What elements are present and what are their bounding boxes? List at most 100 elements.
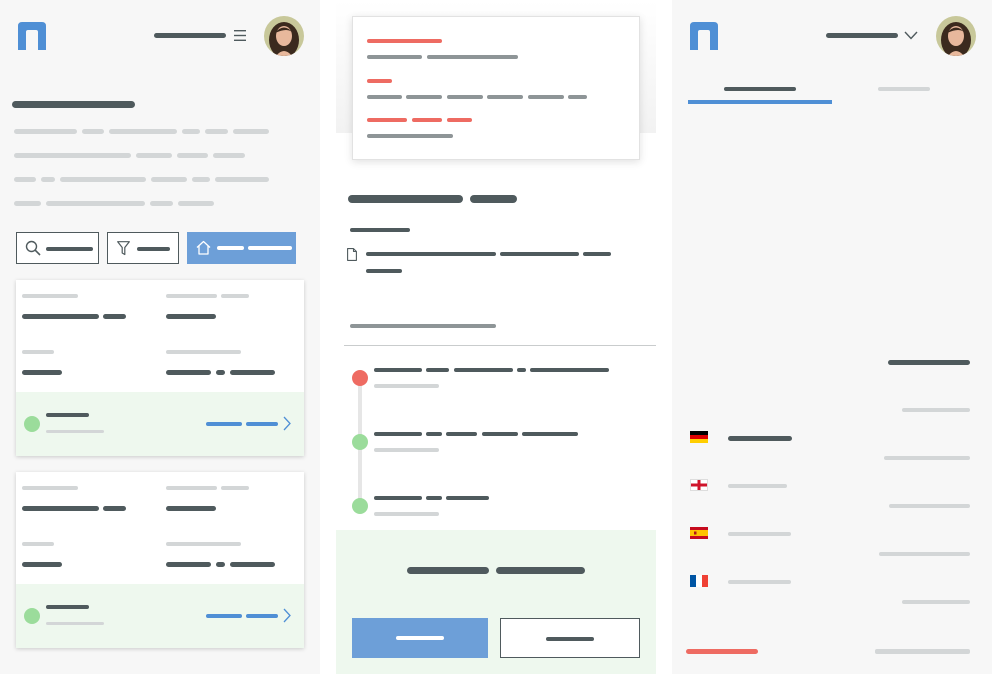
status-indicator: [24, 608, 40, 624]
details-link[interactable]: [246, 422, 278, 426]
search-button[interactable]: [16, 232, 99, 264]
timeline-dot-green: [352, 498, 368, 514]
card-footer[interactable]: [16, 584, 304, 648]
section-title: [348, 195, 463, 203]
left-panel: [0, 0, 320, 674]
field-label: [22, 486, 78, 490]
field-value: [166, 506, 216, 511]
filter-button-label: [137, 247, 170, 251]
avatar[interactable]: [264, 16, 304, 56]
cancel-button[interactable]: [500, 618, 640, 658]
timeline-entry-date: [374, 512, 439, 516]
cancel-button-label: [546, 637, 594, 641]
document-name: [583, 252, 611, 256]
chevron-right-icon[interactable]: [283, 608, 291, 623]
field-label: [221, 486, 249, 490]
timeline-entry-text: [374, 496, 422, 500]
logo-arch-icon[interactable]: [18, 22, 46, 50]
filter-button[interactable]: [107, 232, 179, 264]
language-item[interactable]: [688, 572, 976, 594]
logout-link[interactable]: [686, 649, 758, 654]
document-icon[interactable]: [347, 248, 357, 261]
section-title: [470, 195, 517, 203]
popover-heading: [412, 118, 442, 122]
timeline-entry-text: [374, 432, 422, 436]
timeline-entry-text: [426, 368, 449, 372]
user-name[interactable]: [154, 33, 226, 38]
field-value: [22, 370, 62, 375]
list-caption: [889, 504, 970, 508]
field-value: [22, 314, 99, 319]
document-name: [366, 269, 402, 273]
status-title: [46, 605, 89, 609]
tab-first[interactable]: [688, 72, 832, 106]
popover-heading: [367, 39, 442, 43]
filter-icon: [117, 241, 130, 256]
timeline-entry-text: [374, 368, 422, 372]
popover-heading: [367, 79, 392, 83]
hamburger-menu-icon[interactable]: [234, 30, 246, 41]
language-item[interactable]: [688, 428, 976, 450]
timeline-dot-red: [352, 370, 368, 386]
card-footer[interactable]: [16, 392, 304, 456]
details-link[interactable]: [206, 614, 242, 618]
home-button[interactable]: [187, 232, 296, 264]
divider: [344, 345, 656, 346]
details-link[interactable]: [206, 422, 242, 426]
language-name: [728, 484, 787, 488]
details-link[interactable]: [246, 614, 278, 618]
timeline-entry-text: [446, 432, 477, 436]
list-caption: [902, 600, 970, 604]
list-caption: [902, 408, 970, 412]
footer-text: [875, 649, 970, 654]
language-item[interactable]: [688, 524, 976, 546]
confirm-button[interactable]: [352, 618, 488, 658]
confirmation-footer: [336, 530, 656, 674]
avatar[interactable]: [936, 16, 976, 56]
tab-label: [724, 87, 796, 91]
field-value: [166, 562, 211, 567]
timeline-entry-text: [522, 432, 578, 436]
home-icon: [196, 240, 211, 255]
field-label: [166, 350, 241, 354]
chevron-down-icon[interactable]: [904, 31, 918, 40]
chevron-right-icon[interactable]: [283, 416, 291, 431]
timeline-entry-text: [482, 432, 518, 436]
tab-second[interactable]: [832, 72, 976, 106]
field-value: [103, 506, 126, 511]
popover-text: [367, 95, 402, 99]
confirmation-question: [496, 567, 585, 574]
popover-text: [406, 95, 442, 99]
search-button-label: [46, 247, 93, 251]
order-card[interactable]: [16, 472, 304, 648]
popover-text: [528, 95, 564, 99]
order-card[interactable]: [16, 280, 304, 456]
field-label: [221, 294, 249, 298]
logo-arch-icon[interactable]: [690, 22, 718, 50]
status-subtitle: [46, 430, 104, 433]
field-value: [103, 314, 126, 319]
home-button-label-1: [217, 246, 244, 250]
flag-england-icon: [690, 479, 708, 491]
section-heading: [888, 360, 970, 365]
language-name: [728, 580, 791, 584]
list-caption: [884, 456, 970, 460]
field-label: [166, 542, 241, 546]
field-label: [22, 542, 54, 546]
language-item[interactable]: [688, 476, 976, 498]
field-value: [216, 370, 225, 375]
timeline-dot-green: [352, 434, 368, 450]
popover-text: [427, 55, 518, 59]
user-name[interactable]: [826, 33, 898, 38]
language-name: [728, 436, 792, 441]
middle-panel: [336, 0, 656, 674]
status-subtitle: [46, 622, 104, 625]
timeline-entry-text: [446, 496, 489, 500]
field-label: [22, 350, 54, 354]
language-name: [728, 532, 791, 536]
popover-text: [447, 95, 483, 99]
info-popover: [352, 16, 640, 160]
status-title: [46, 413, 89, 417]
page-title: [12, 101, 135, 108]
document-name: [366, 252, 496, 256]
